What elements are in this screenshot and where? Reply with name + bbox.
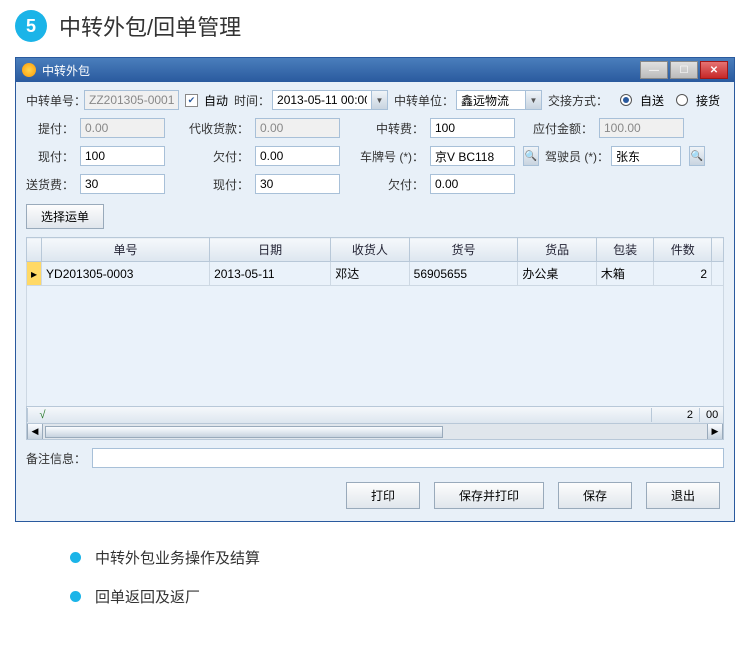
transfer-no-field[interactable] — [84, 90, 179, 110]
save-button[interactable]: 保存 — [558, 482, 632, 509]
shf-label: 送货费： — [26, 176, 74, 193]
dsk-label: 代收货款： — [171, 120, 249, 137]
qianfu2-field[interactable] — [430, 174, 515, 194]
chevron-down-icon[interactable]: ▼ — [372, 90, 388, 110]
xianfu2-label: 现付： — [171, 176, 249, 193]
zzf-field[interactable] — [430, 118, 515, 138]
remark-label: 备注信息： — [26, 450, 86, 467]
window-title: 中转外包 — [42, 62, 640, 79]
bullet-text: 回单返回及返厂 — [95, 586, 200, 607]
xianfu-field[interactable] — [80, 146, 165, 166]
driver-field[interactable] — [611, 146, 681, 166]
cell — [712, 262, 724, 286]
handover-method-label: 交接方式： — [548, 92, 608, 109]
time-label: 时间： — [234, 92, 266, 109]
scroll-right-icon[interactable]: ▶ — [707, 424, 723, 439]
shf-field[interactable] — [80, 174, 165, 194]
grid-empty-area[interactable] — [26, 286, 724, 406]
col-header[interactable]: 单号 — [42, 238, 210, 262]
time-combo[interactable]: ▼ — [272, 90, 388, 110]
qianfu-field[interactable] — [255, 146, 340, 166]
col-header-extra — [712, 238, 724, 262]
bullet-item: 中转外包业务操作及结算 — [70, 547, 710, 568]
yfje-field[interactable] — [599, 118, 684, 138]
qianfu2-label: 欠付： — [346, 176, 424, 193]
remark-input[interactable] — [92, 448, 724, 468]
cell[interactable]: 邓达 — [331, 262, 409, 286]
bullet-item: 回单返回及返厂 — [70, 586, 710, 607]
cell[interactable]: 木箱 — [596, 262, 654, 286]
waybill-grid[interactable]: 单号 日期 收货人 货号 货品 包装 件数 ▸ YD201305-0003 20… — [26, 237, 724, 286]
app-icon — [22, 63, 36, 77]
transfer-unit-label: 中转单位： — [394, 92, 450, 109]
bullet-text: 中转外包业务操作及结算 — [95, 547, 260, 568]
cell[interactable]: YD201305-0003 — [42, 262, 210, 286]
scroll-left-icon[interactable]: ◀ — [27, 424, 43, 439]
pickup-radio[interactable] — [676, 94, 688, 106]
pickup-label: 接货 — [696, 92, 720, 109]
qianfu-label: 欠付： — [171, 148, 249, 165]
section-number-badge: 5 — [15, 10, 47, 42]
tifu-field[interactable] — [80, 118, 165, 138]
tifu-label: 提付： — [26, 120, 74, 137]
yfje-label: 应付金额： — [521, 120, 593, 137]
auto-checkbox[interactable]: ✔ — [185, 94, 198, 107]
print-button[interactable]: 打印 — [346, 482, 420, 509]
driver-lookup-icon[interactable]: 🔍 — [689, 146, 705, 166]
cell[interactable]: 56905655 — [409, 262, 518, 286]
scroll-thumb[interactable] — [45, 426, 443, 438]
col-header[interactable]: 货号 — [409, 238, 518, 262]
horizontal-scrollbar[interactable]: ◀ ▶ — [26, 424, 724, 440]
chevron-down-icon[interactable]: ▼ — [526, 90, 542, 110]
cell[interactable]: 2 — [654, 262, 712, 286]
minimize-button[interactable]: — — [640, 61, 668, 79]
footer-extra: 00 — [699, 408, 723, 422]
table-row[interactable]: ▸ YD201305-0003 2013-05-11 邓达 56905655 办… — [27, 262, 724, 286]
window-titlebar: 中转外包 — ☐ ✕ — [16, 58, 734, 82]
time-field[interactable] — [272, 90, 372, 110]
cell[interactable]: 2013-05-11 — [210, 262, 331, 286]
auto-label: 自动 — [204, 92, 228, 109]
self-deliver-radio[interactable] — [620, 94, 632, 106]
plate-label: 车牌号 (*)： — [346, 148, 424, 165]
page-title: 中转外包/回单管理 — [59, 10, 241, 42]
footer-check-icon: √ — [27, 408, 57, 422]
grid-corner — [27, 238, 42, 262]
exit-button[interactable]: 退出 — [646, 482, 720, 509]
plate-field[interactable] — [430, 146, 515, 166]
col-header[interactable]: 日期 — [210, 238, 331, 262]
cell[interactable]: 办公桌 — [518, 262, 596, 286]
grid-footer: √ 2 00 — [26, 406, 724, 424]
col-header[interactable]: 货品 — [518, 238, 596, 262]
footer-count: 2 — [651, 408, 699, 422]
bullet-dot-icon — [70, 552, 81, 563]
self-deliver-label: 自送 — [640, 92, 664, 109]
close-button[interactable]: ✕ — [700, 61, 728, 79]
bullet-dot-icon — [70, 591, 81, 602]
save-and-print-button[interactable]: 保存并打印 — [434, 482, 544, 509]
col-header[interactable]: 包装 — [596, 238, 654, 262]
maximize-button[interactable]: ☐ — [670, 61, 698, 79]
driver-label: 驾驶员 (*)： — [545, 148, 605, 165]
transfer-outsourcing-window: 中转外包 — ☐ ✕ 中转单号： ✔ 自动 时间： ▼ 中转单位： ▼ 交接方式… — [15, 57, 735, 522]
row-selector-icon[interactable]: ▸ — [27, 262, 42, 286]
transfer-no-label: 中转单号： — [26, 92, 78, 109]
xianfu2-field[interactable] — [255, 174, 340, 194]
plate-lookup-icon[interactable]: 🔍 — [523, 146, 539, 166]
dsk-field[interactable] — [255, 118, 340, 138]
transfer-unit-field[interactable] — [456, 90, 526, 110]
col-header[interactable]: 件数 — [654, 238, 712, 262]
zzf-label: 中转费： — [346, 120, 424, 137]
col-header[interactable]: 收货人 — [331, 238, 409, 262]
transfer-unit-combo[interactable]: ▼ — [456, 90, 542, 110]
select-waybill-button[interactable]: 选择运单 — [26, 204, 104, 229]
xianfu-label: 现付： — [26, 148, 74, 165]
